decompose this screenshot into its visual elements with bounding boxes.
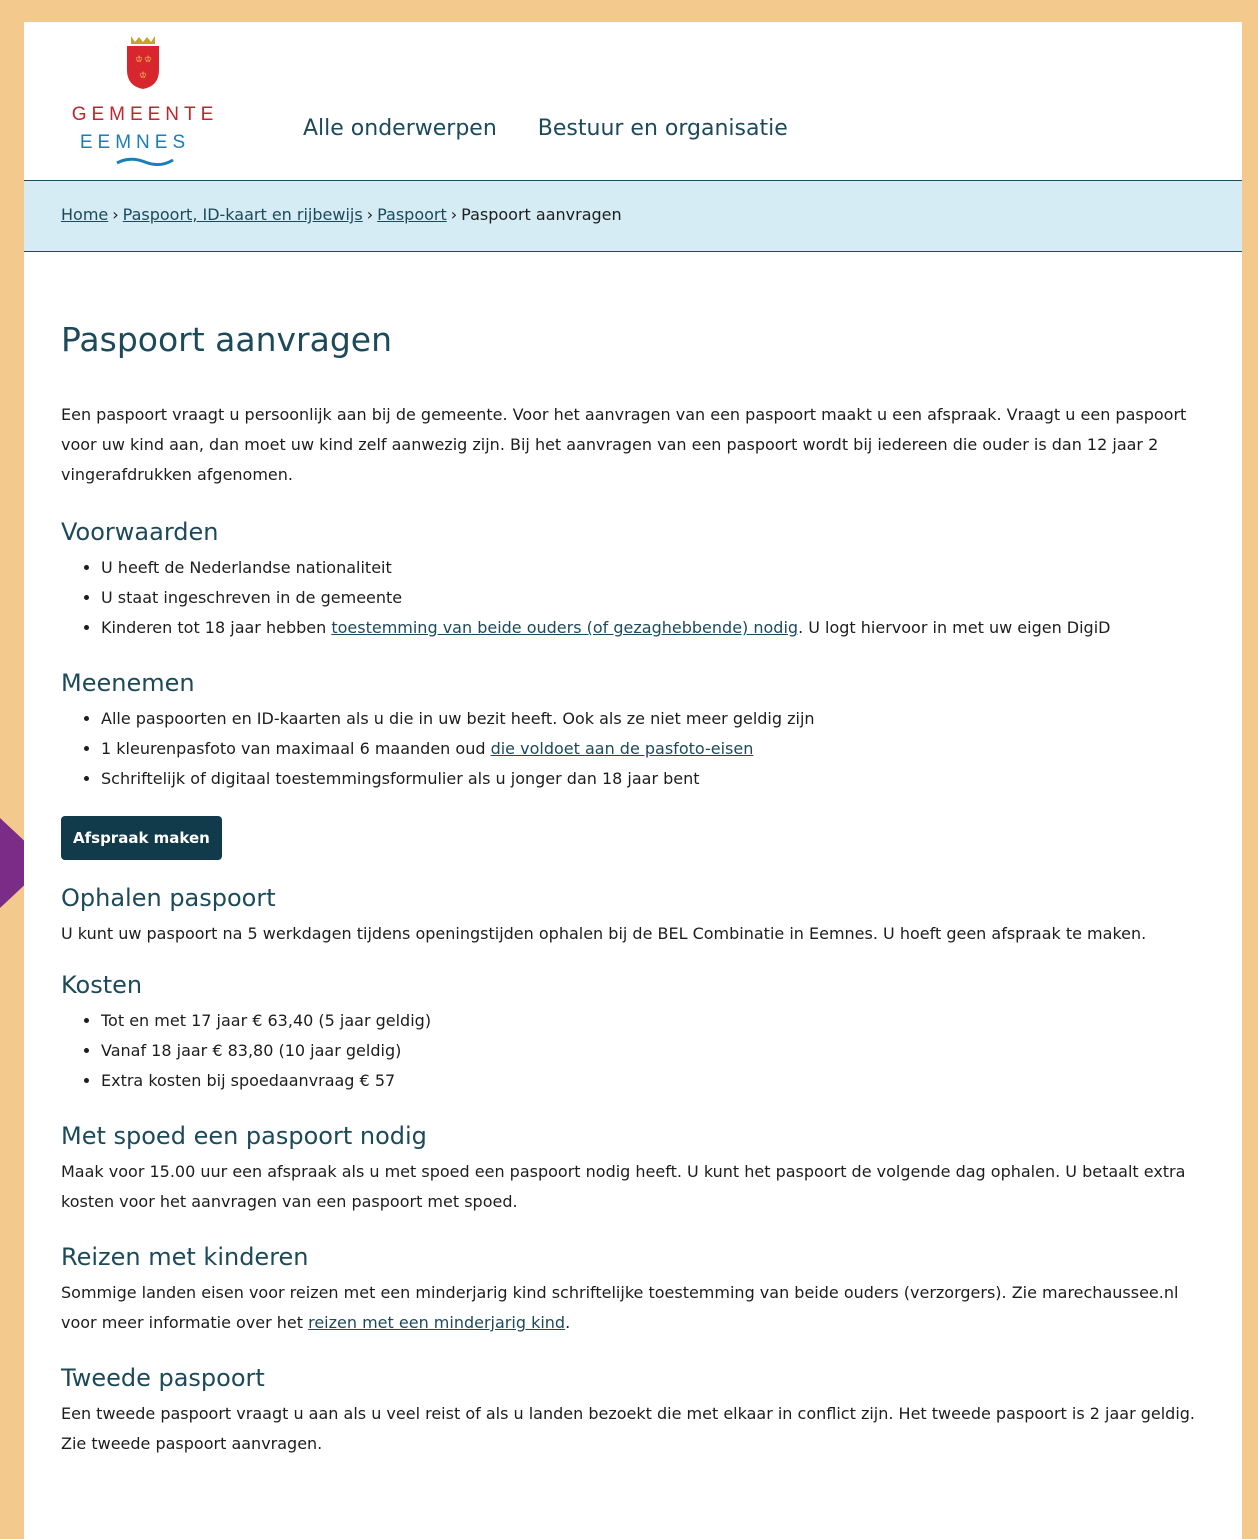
logo-text-gemeente: GEMEENTE xyxy=(71,104,219,125)
site-header: ♔ ♔ ♔ GEMEENTE EEMNES Alle onderwerpen B… xyxy=(24,22,1242,181)
kinderen-text: Sommige landen eisen voor reizen met een… xyxy=(61,1278,1202,1338)
main-nav: Alle onderwerpen Bestuur en organisatie xyxy=(303,116,822,141)
list-item: U staat ingeschreven in de gemeente xyxy=(101,583,1202,613)
breadcrumb-link-home[interactable]: Home xyxy=(61,205,108,224)
heading-meenemen: Meenemen xyxy=(61,669,195,697)
list-item: Schriftelijk of digitaal toestemmingsfor… xyxy=(101,764,1202,794)
municipality-logo[interactable]: ♔ ♔ ♔ GEMEENTE EEMNES xyxy=(65,30,225,170)
kinderen-text-post: . xyxy=(565,1313,571,1332)
tweede-text: Een tweede paspoort vraagt u aan als u v… xyxy=(61,1404,1196,1453)
link-toestemming-ouders[interactable]: toestemming van beide ouders (of gezaghe… xyxy=(331,618,798,637)
list-item-text: Kinderen tot 18 jaar hebben xyxy=(101,618,332,637)
list-item-text: 1 kleurenpasfoto van maximaal 6 maanden … xyxy=(101,739,491,758)
list-item: Extra kosten bij spoedaanvraag € 57 xyxy=(101,1066,1202,1096)
heading-ophalen: Ophalen paspoort xyxy=(61,884,276,912)
nav-item-alle-onderwerpen[interactable]: Alle onderwerpen xyxy=(303,116,497,141)
breadcrumb-current: Paspoort aanvragen xyxy=(461,205,622,224)
spoed-text: Maak voor 15.00 uur een afspraak als u m… xyxy=(61,1162,1186,1211)
crest-icon: ♔ ♔ ♔ xyxy=(127,36,159,89)
wave-icon xyxy=(116,157,174,167)
page-frame: ♔ ♔ ♔ GEMEENTE EEMNES Alle onderwerpen B… xyxy=(24,22,1242,1539)
list-item: Alle paspoorten en ID-kaarten als u die … xyxy=(101,704,1202,734)
list-voorwaarden: U heeft de Nederlandse nationaliteit U s… xyxy=(61,553,1202,643)
heading-voorwaarden: Voorwaarden xyxy=(61,518,219,546)
svg-text:♔: ♔ xyxy=(139,71,147,81)
breadcrumb-separator: › xyxy=(450,205,458,224)
main-content: Paspoort aanvragen Een paspoort vraagt u… xyxy=(24,252,1242,1459)
svg-text:♔: ♔ xyxy=(135,55,143,65)
list-item-text: . U logt hiervoor in met uw eigen DigiD xyxy=(798,618,1111,637)
nav-item-bestuur-en-organisatie[interactable]: Bestuur en organisatie xyxy=(538,116,788,141)
list-item: Vanaf 18 jaar € 83,80 (10 jaar geldig) xyxy=(101,1036,1202,1066)
heading-reizen-met-kinderen: Reizen met kinderen xyxy=(61,1243,309,1271)
kinderen-text-pre: Sommige landen eisen voor reizen met een… xyxy=(61,1283,1179,1332)
list-kosten: Tot en met 17 jaar € 63,40 (5 jaar geldi… xyxy=(61,1006,1202,1096)
link-reizen-minderjarig-kind[interactable]: reizen met een minderjarig kind xyxy=(308,1313,565,1332)
link-pasfoto-eisen[interactable]: die voldoet aan de pasfoto-eisen xyxy=(491,739,754,758)
intro-text: Een paspoort vraagt u persoonlijk aan bi… xyxy=(61,405,1187,484)
list-item: U heeft de Nederlandse nationaliteit xyxy=(101,553,1202,583)
heading-kosten: Kosten xyxy=(61,971,143,999)
afspraak-maken-button[interactable]: Afspraak maken xyxy=(61,816,222,860)
heading-tweede-paspoort: Tweede paspoort xyxy=(61,1364,265,1392)
breadcrumb-separator: › xyxy=(112,205,119,224)
breadcrumb-separator: › xyxy=(366,205,374,224)
list-item: Kinderen tot 18 jaar hebben toestemming … xyxy=(101,613,1202,643)
list-item: 1 kleurenpasfoto van maximaal 6 maanden … xyxy=(101,734,1202,764)
list-item: Tot en met 17 jaar € 63,40 (5 jaar geldi… xyxy=(101,1006,1202,1036)
list-meenemen: Alle paspoorten en ID-kaarten als u die … xyxy=(61,704,1202,794)
svg-text:♔: ♔ xyxy=(144,55,152,65)
logo-text-eemnes: EEMNES xyxy=(79,132,191,153)
page-title: Paspoort aanvragen xyxy=(61,320,392,359)
ophalen-text: U kunt uw paspoort na 5 werkdagen tijden… xyxy=(61,924,1147,943)
breadcrumb-link-paspoort-id-rijbewijs[interactable]: Paspoort, ID-kaart en rijbewijs xyxy=(123,205,363,224)
breadcrumb-link-paspoort[interactable]: Paspoort xyxy=(377,205,447,224)
breadcrumb: Home › Paspoort, ID-kaart en rijbewijs › Pas… xyxy=(24,181,1242,252)
heading-spoed: Met spoed een paspoort nodig xyxy=(61,1122,427,1150)
